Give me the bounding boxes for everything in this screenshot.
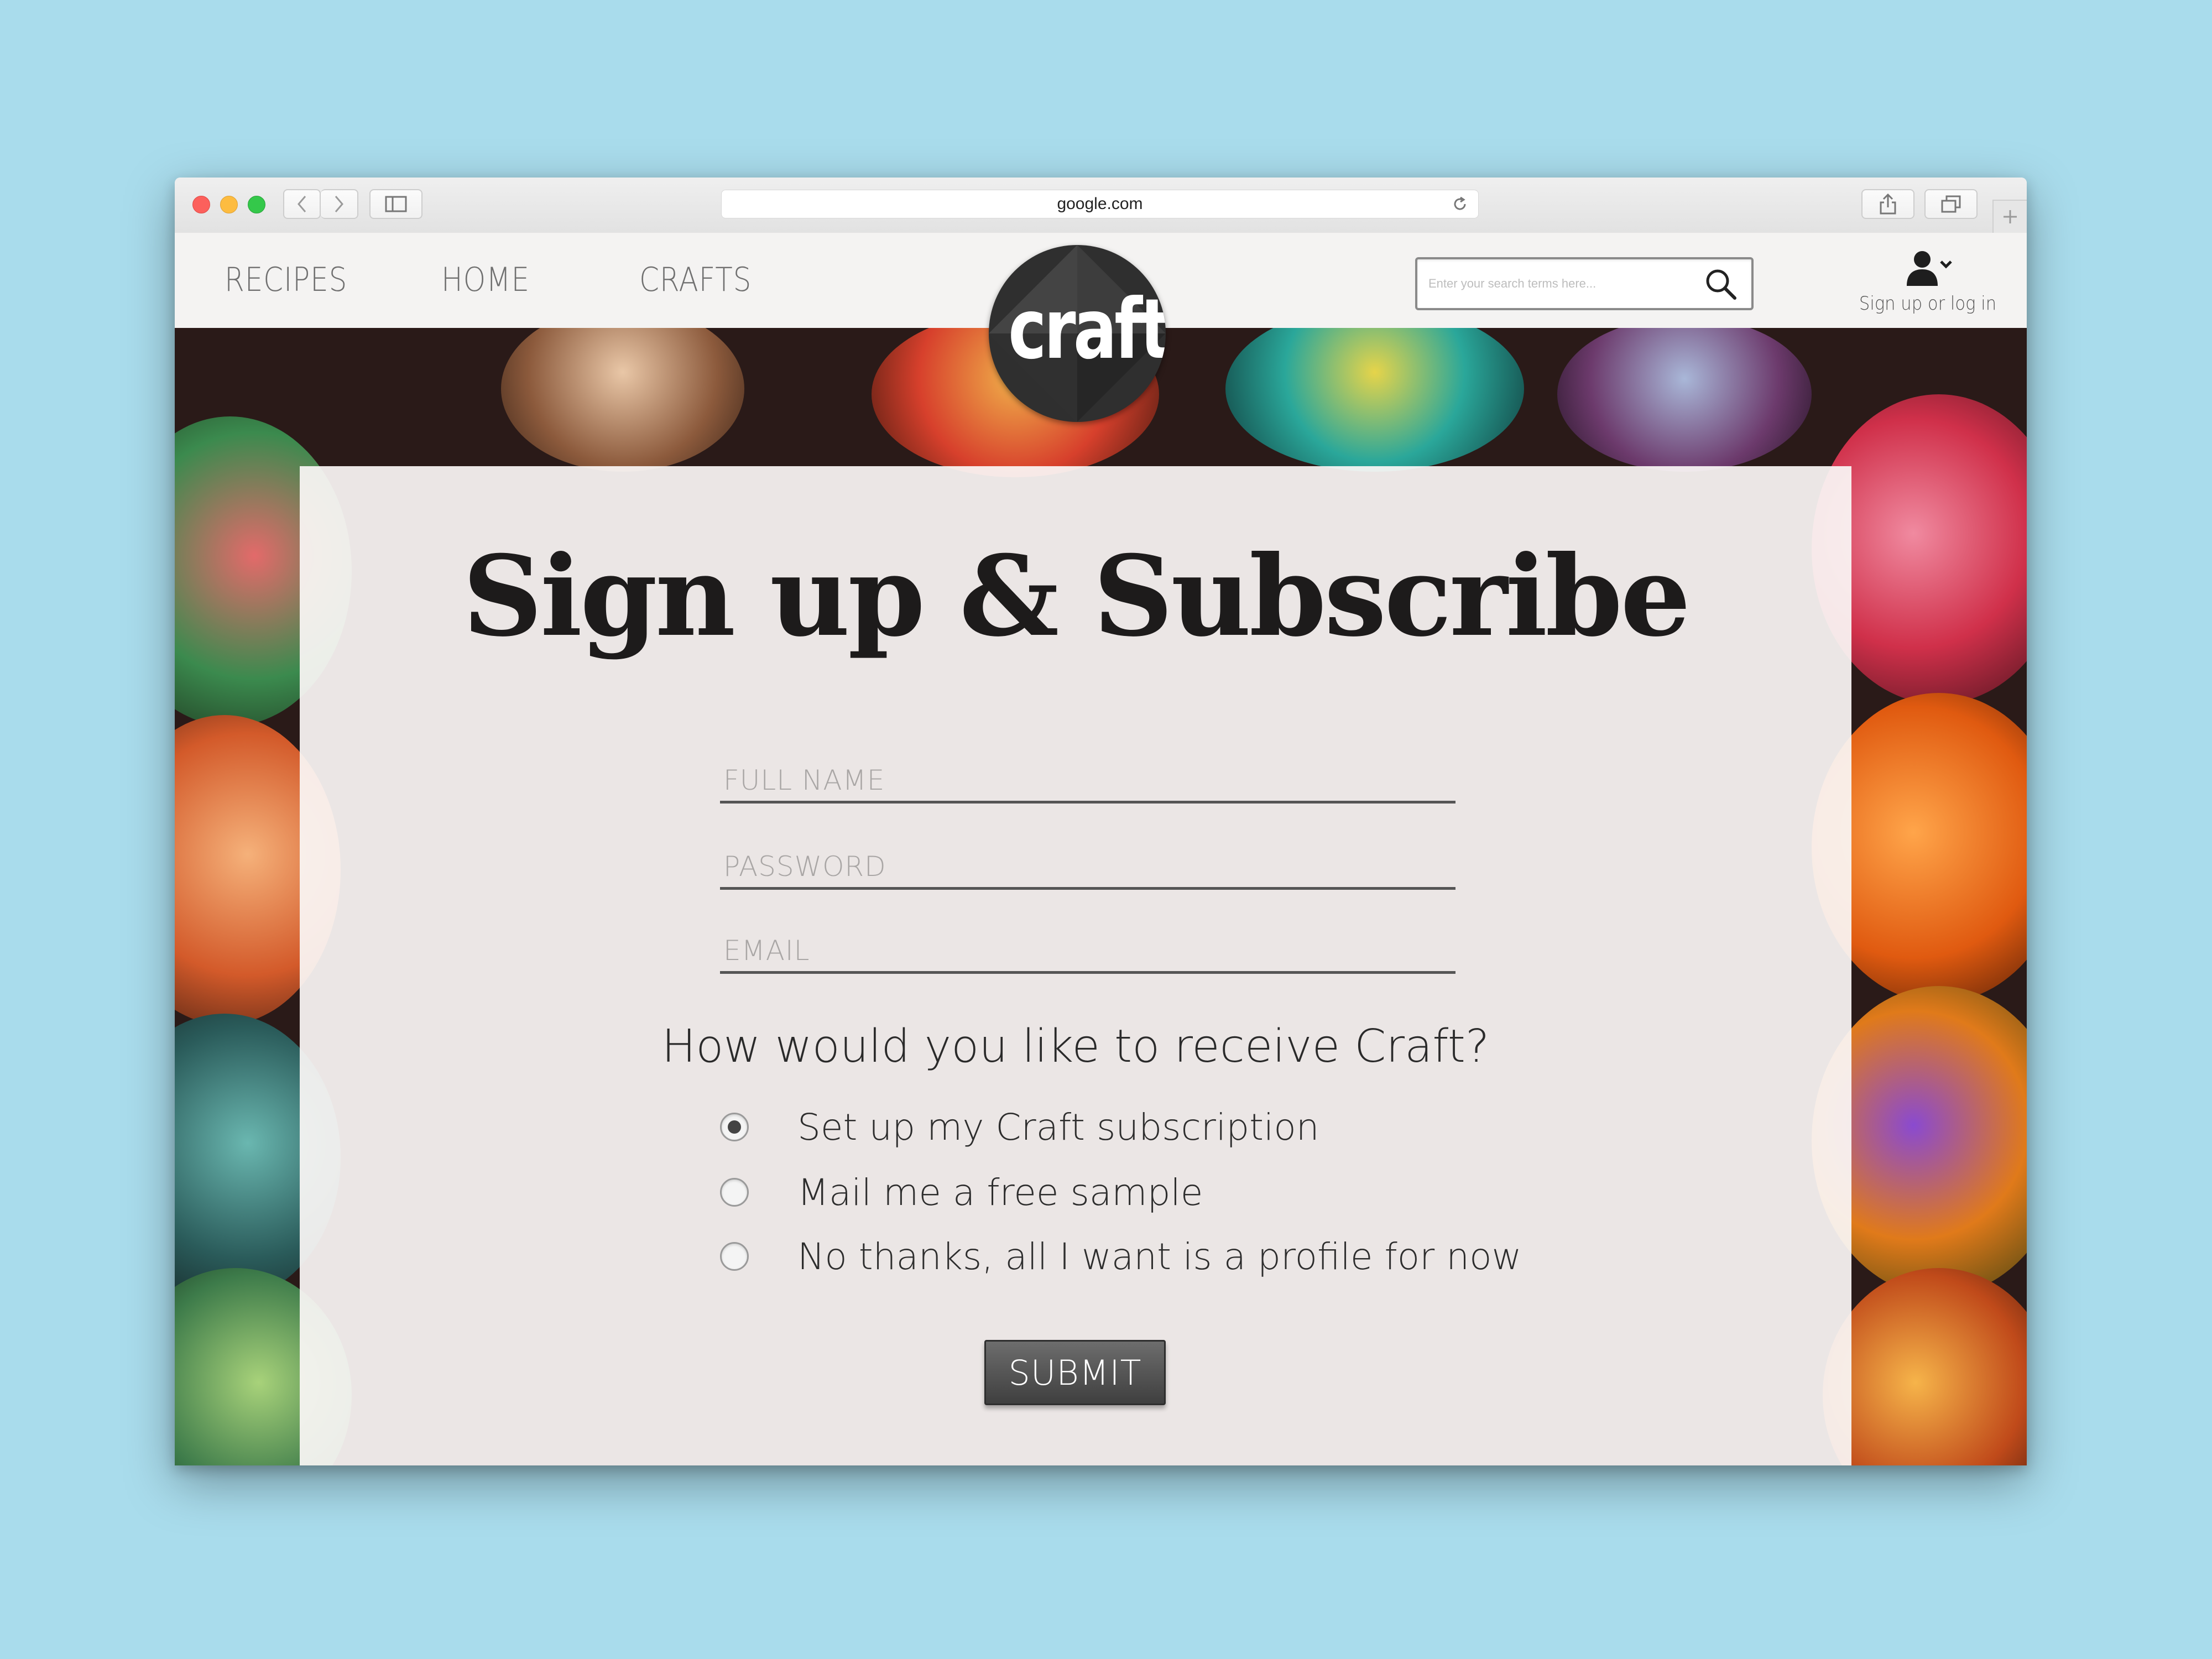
password-field — [720, 846, 1460, 890]
reload-icon[interactable] — [1452, 196, 1468, 212]
plus-icon — [2004, 210, 2017, 223]
nav-crafts[interactable]: CRAFTS — [639, 260, 752, 299]
delivery-question: How would you like to receive Craft? — [661, 1020, 1490, 1073]
back-button[interactable] — [283, 189, 321, 219]
new-tab-button[interactable] — [1992, 200, 2027, 233]
option-free-sample[interactable]: Mail me a free sample — [720, 1167, 1494, 1217]
option-subscription-label: Set up my Craft subscription — [797, 1105, 1319, 1149]
browser-window: google.com RECIPES HOME CRAFTS Sign up o… — [175, 178, 2027, 1465]
user-icon — [1907, 251, 1952, 286]
tabs-overview-button[interactable] — [1924, 189, 1978, 219]
share-button[interactable] — [1861, 189, 1914, 219]
tabs-icon — [1941, 195, 1961, 213]
sidebar-toggle-button[interactable] — [369, 189, 422, 219]
full-name-input[interactable] — [722, 763, 1460, 797]
zoom-window-button[interactable] — [248, 196, 265, 213]
craft-logo[interactable]: craft — [989, 245, 1166, 422]
email-field — [720, 930, 1460, 974]
password-input[interactable] — [722, 849, 1460, 884]
radio-free-sample[interactable] — [720, 1178, 749, 1207]
account-label: Sign up or log in — [1859, 293, 1997, 315]
radio-profile-only[interactable] — [720, 1242, 749, 1271]
share-icon — [1880, 193, 1896, 215]
chevron-left-icon — [298, 196, 306, 212]
logo-text: craft — [1008, 281, 1166, 378]
option-free-sample-label: Mail me a free sample — [797, 1171, 1203, 1214]
url-text: google.com — [1057, 195, 1143, 213]
browser-toolbar: google.com — [175, 178, 2027, 234]
option-profile-only[interactable]: No thanks, all I want is a profile for n… — [720, 1232, 1521, 1281]
hero-section: Sign up & Subscribe How would you like t… — [175, 328, 2027, 1465]
radio-subscription[interactable] — [720, 1113, 749, 1141]
address-bar[interactable]: google.com — [721, 190, 1479, 218]
search-icon[interactable] — [1704, 267, 1738, 301]
search-input[interactable] — [1427, 270, 1678, 297]
minimize-window-button[interactable] — [220, 196, 238, 213]
radio-selected-dot — [728, 1120, 741, 1134]
page-title: Sign up & Subscribe — [462, 531, 1691, 661]
email-input[interactable] — [722, 933, 1460, 968]
nav-recipes[interactable]: RECIPES — [225, 260, 347, 299]
search-box — [1415, 257, 1754, 310]
signup-panel: Sign up & Subscribe How would you like t… — [300, 466, 1851, 1465]
submit-button[interactable]: SUBMIT — [984, 1340, 1166, 1405]
close-window-button[interactable] — [192, 196, 210, 213]
account-menu[interactable]: Sign up or log in — [1845, 249, 2011, 321]
option-subscription[interactable]: Set up my Craft subscription — [720, 1102, 1494, 1152]
forward-button[interactable] — [321, 189, 358, 219]
full-name-field — [720, 759, 1460, 804]
option-profile-only-label: No thanks, all I want is a profile for n… — [797, 1235, 1522, 1278]
chevron-right-icon — [335, 196, 343, 212]
nav-home[interactable]: HOME — [441, 260, 530, 299]
sidebar-icon — [385, 196, 407, 212]
